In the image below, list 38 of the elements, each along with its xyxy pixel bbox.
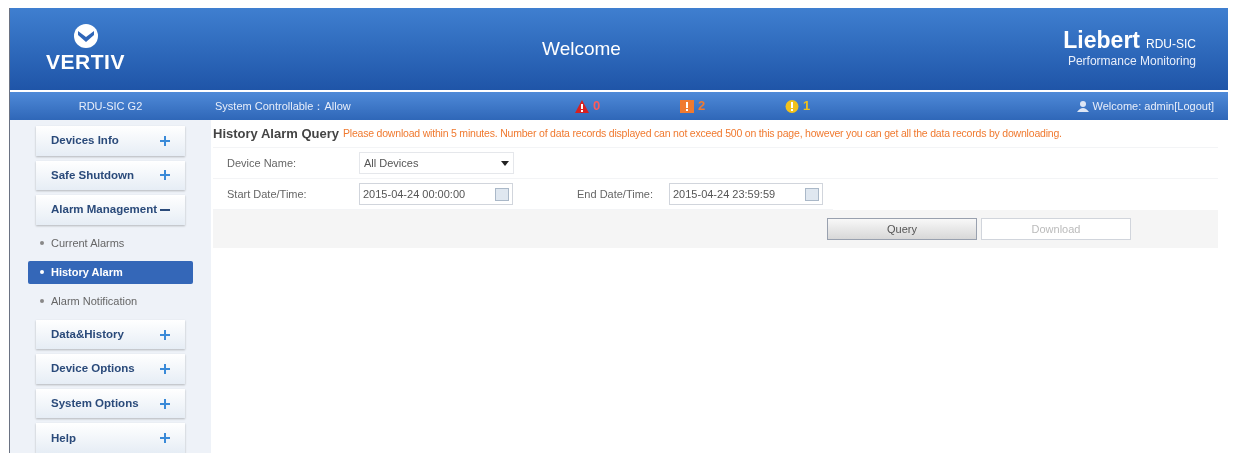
welcome-logout-link[interactable]: Welcome: admin[Logout] [1092,97,1214,115]
query-button[interactable]: Query [827,218,977,240]
logo-icon [71,23,100,49]
date-field[interactable]: 2015-04-24 23:59:59 [669,183,823,205]
calendar-icon[interactable] [495,187,509,201]
controllable-status: System Controllable：Allow [215,98,352,114]
menu-group[interactable]: Alarm Management [36,195,185,225]
menu-group[interactable]: Safe Shutdown [36,160,185,191]
menu-group[interactable]: Device Options [36,354,185,384]
bullet-icon [40,270,44,275]
product-name: Liebert [1063,28,1140,52]
menu-group[interactable]: System Options [36,388,185,419]
menu-group[interactable]: Data&History [36,319,185,350]
bullet-icon [40,299,44,304]
notice-text: Please download within 5 minutes. Number of data records displayed can not exceed 500 on this page, however you can get all the data records by downloading. [342,125,1062,141]
page-title: Welcome [542,37,621,59]
menu-item[interactable]: Current Alarms [28,231,193,255]
product-tagline: Performance Monitoring [1067,53,1196,70]
section-title: History Alarm Query [213,124,339,143]
exclamation-icon[interactable] [785,99,799,113]
menu-group[interactable]: Help [36,423,185,453]
menu-group[interactable]: Devices Info [36,126,185,156]
brand-name: VERTIV [46,49,125,75]
warning-icon[interactable] [575,99,589,113]
menu-item[interactable]: Alarm Notification [28,289,193,313]
exclamation-icon[interactable] [680,99,694,113]
device-dropdown[interactable]: All Devices [359,152,514,174]
field-label: Start Date/Time: [226,186,308,202]
bullet-icon [40,241,44,246]
product-model: RDU-SIC [1146,36,1196,52]
field-label: End Date/Time: [576,186,654,202]
calendar-icon[interactable] [805,187,819,201]
date-field[interactable]: 2015-04-24 00:00:00 [359,183,513,205]
user-icon [1076,100,1089,112]
device-name: RDU-SIC G2 [77,98,144,114]
caret-icon [501,160,509,166]
menu-item[interactable]: History Alarm [28,260,193,284]
field-label: Device Name: [226,155,298,171]
